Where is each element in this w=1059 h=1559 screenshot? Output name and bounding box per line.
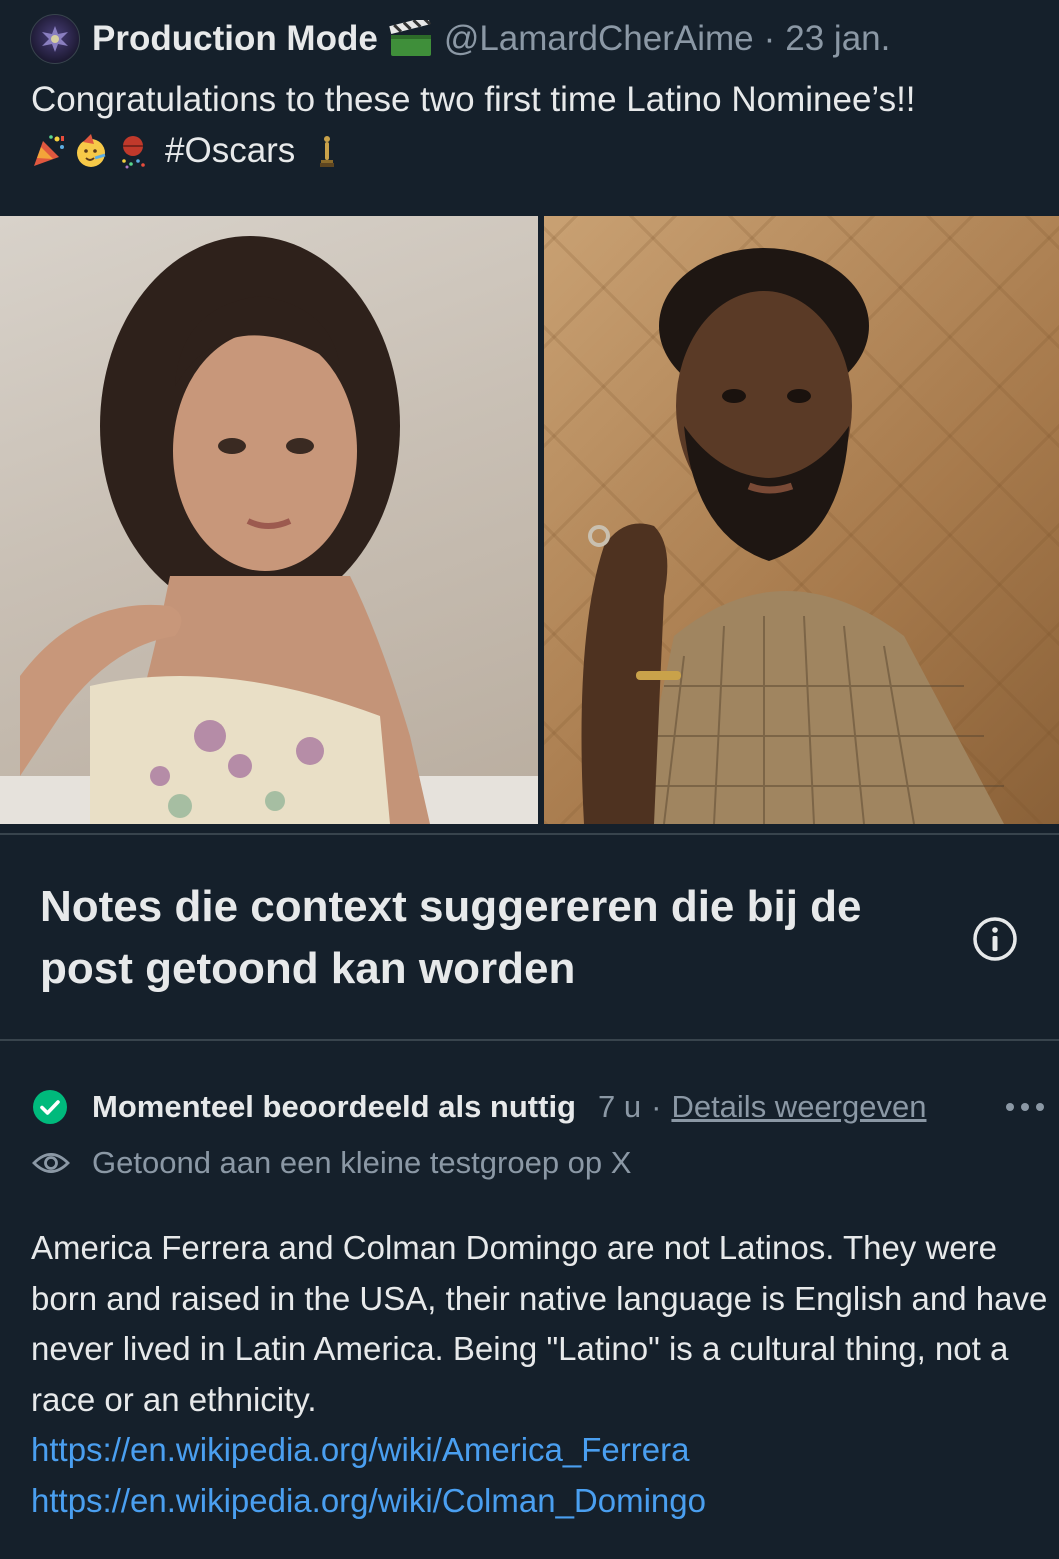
more-options-icon[interactable] [1004, 1094, 1046, 1120]
details-link[interactable]: Details weergeven [671, 1089, 926, 1125]
confetti-ball-icon [122, 135, 145, 168]
post-text: Congratulations to these two first time … [31, 74, 1041, 176]
note-visibility-text: Getoond aan een kleine testgroep op X [92, 1145, 632, 1180]
oscar-statuette-icon [320, 135, 335, 167]
hashtag-link[interactable]: #Oscars [165, 125, 295, 176]
portrait-photo-man [581, 248, 1004, 824]
divider [0, 833, 1059, 835]
check-circle-icon [33, 1090, 67, 1124]
media-grid [0, 216, 1059, 824]
note-body: America Ferrera and Colman Domingo are n… [31, 1223, 1051, 1526]
eye-icon [32, 1153, 70, 1173]
divider [0, 1039, 1059, 1041]
community-notes-title: Notes die context suggereren die bij de … [40, 882, 862, 993]
partying-face-icon [77, 133, 106, 167]
author-handle[interactable]: @LamardCherAime [444, 19, 754, 59]
author-name[interactable]: Production Mode [92, 19, 378, 59]
info-icon[interactable] [972, 916, 1018, 962]
note-text: America Ferrera and Colman Domingo are n… [31, 1229, 1048, 1418]
meta-separator: · [763, 19, 776, 58]
photo-right[interactable] [544, 216, 1059, 824]
portrait-photo-woman [0, 236, 538, 824]
post-date[interactable]: 23 jan. [785, 19, 890, 59]
avatar[interactable] [30, 14, 80, 64]
post-header: Production Mode @LamardCherAime · 23 jan… [0, 0, 1059, 216]
post-meta: Production Mode @LamardCherAime · 23 jan… [92, 14, 890, 64]
post-text-line: Congratulations to these two first time … [31, 80, 916, 119]
note-source-link[interactable]: https://en.wikipedia.org/wiki/Colman_Dom… [31, 1476, 1051, 1527]
note-visibility-row: Getoond aan een kleine testgroep op X [32, 1142, 631, 1184]
note-age: 7 u [598, 1089, 642, 1124]
avatar-emblem-icon [42, 26, 68, 52]
note-status-row: Momenteel beoordeeld als nuttig 7 u · De… [32, 1086, 926, 1128]
post-emoji-line: #Oscars [31, 125, 1041, 176]
note-source-link[interactable]: https://en.wikipedia.org/wiki/America_Fe… [31, 1425, 1051, 1476]
note-status-label: Momenteel beoordeeld als nuttig [92, 1089, 576, 1124]
photo-left[interactable] [0, 216, 538, 824]
clapperboard-icon [388, 20, 434, 58]
party-popper-icon [34, 134, 64, 166]
meta-separator: · [651, 1089, 662, 1124]
